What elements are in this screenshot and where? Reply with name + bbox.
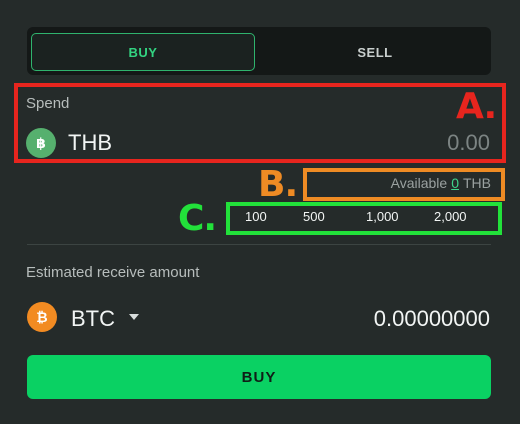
buy-tab[interactable]: BUY	[31, 33, 255, 71]
annotation-box-b	[303, 168, 505, 201]
chevron-down-icon[interactable]	[129, 314, 139, 320]
buy-sell-toggle: BUY SELL	[27, 27, 491, 75]
sell-tab[interactable]: SELL	[287, 33, 463, 71]
receive-currency-select[interactable]: BTC	[71, 306, 115, 332]
annotation-label-c: C.	[178, 198, 217, 239]
receive-amount: 0.00000000	[373, 306, 490, 331]
estimated-receive-label: Estimated receive amount	[26, 264, 200, 281]
divider	[27, 244, 491, 245]
annotation-box-a	[14, 83, 506, 163]
svg-text:₿: ₿	[36, 310, 47, 326]
bitcoin-icon: ₿	[27, 302, 57, 332]
annotation-box-c	[226, 202, 502, 235]
buy-submit-button[interactable]: BUY	[27, 355, 491, 399]
annotation-label-b: B.	[258, 164, 298, 205]
annotation-label-a: A.	[456, 86, 497, 127]
